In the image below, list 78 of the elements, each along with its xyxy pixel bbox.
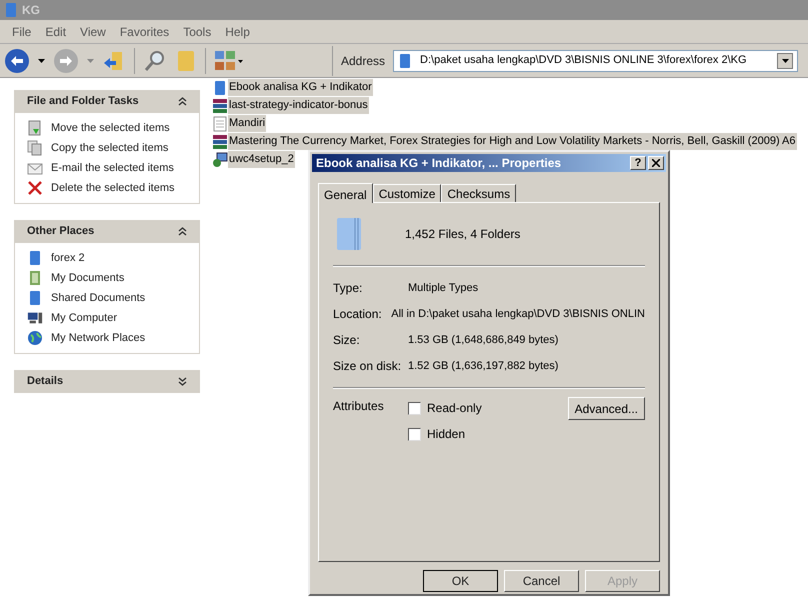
- help-button[interactable]: ?: [630, 156, 646, 170]
- address-label: Address: [341, 52, 386, 70]
- panel-title: Details: [27, 374, 64, 390]
- panel-title: File and Folder Tasks: [27, 94, 139, 110]
- menu-item[interactable]: File: [12, 22, 32, 40]
- property-label: Location:: [333, 306, 383, 323]
- file-name[interactable]: Ebook analisa KG + Indikator: [228, 79, 373, 96]
- property-value: 1.52 GB (1,636,197,882 bytes): [408, 358, 558, 374]
- task-link[interactable]: My Computer: [51, 310, 118, 326]
- folder-icon: [213, 80, 227, 96]
- file-name[interactable]: last-strategy-indicator-bonus: [228, 97, 369, 114]
- views-icon[interactable]: [214, 50, 244, 72]
- folder-icon: [4, 2, 18, 18]
- task-link[interactable]: E-mail the selected items: [51, 160, 174, 176]
- summary-text: 1,452 Files, 4 Folders: [405, 226, 520, 243]
- dialog-button[interactable]: Cancel: [504, 570, 579, 592]
- documents-icon: [28, 270, 42, 286]
- back-icon[interactable]: [4, 48, 30, 74]
- copy-icon: [27, 140, 43, 156]
- move-icon: [27, 120, 43, 136]
- globe-icon: [27, 330, 43, 346]
- dialog-button[interactable]: OK: [423, 570, 498, 592]
- property-label: Size on disk:: [333, 358, 402, 375]
- advanced-button[interactable]: Advanced...: [568, 397, 645, 420]
- panel-header[interactable]: File and Folder Tasks: [14, 90, 200, 113]
- search-icon[interactable]: [143, 48, 167, 72]
- dialog-title: Ebook analisa KG + Indikator, ... Properties: [316, 155, 562, 172]
- dropdown-button[interactable]: [777, 52, 793, 68]
- task-link[interactable]: My Documents: [51, 270, 124, 286]
- window-title: KG: [22, 2, 40, 19]
- menu-item[interactable]: Tools: [183, 22, 212, 40]
- folder-icon: [398, 52, 412, 68]
- address-field[interactable]: D:\paket usaha lengkap\DVD 3\BISNIS ONLINE 3\forex\forex 2\KG: [393, 50, 798, 72]
- caret-icon: [782, 58, 788, 62]
- task-link[interactable]: Move the selected items: [51, 120, 170, 136]
- checkbox[interactable]: [408, 428, 421, 440]
- installer-icon: [212, 152, 228, 168]
- dialog-tab[interactable]: Customize: [372, 184, 442, 202]
- file-name[interactable]: Mandiri: [228, 115, 266, 132]
- task-link[interactable]: Delete the selected items: [51, 180, 175, 196]
- menu-item[interactable]: Help: [225, 22, 250, 40]
- address-text: D:\paket usaha lengkap\DVD 3\BISNIS ONLINE 3\forex\forex 2\KG: [420, 53, 748, 68]
- property-value: All in D:\paket usaha lengkap\DVD 3\BISNIS ONLIN: [391, 306, 645, 322]
- folder-icon: [28, 250, 42, 266]
- dropdown-caret-icon[interactable]: [38, 58, 45, 62]
- file-name[interactable]: uwc4setup_2: [228, 151, 295, 168]
- property-label: Type:: [333, 280, 364, 297]
- menu-item[interactable]: Edit: [45, 22, 66, 40]
- task-link[interactable]: My Network Places: [51, 330, 146, 346]
- collapse-icon[interactable]: [178, 97, 187, 106]
- property-value: Multiple Types: [408, 280, 478, 296]
- menu-item[interactable]: Favorites: [120, 22, 170, 40]
- close-icon: [652, 159, 660, 167]
- file-name[interactable]: Mastering The Currency Market, Forex Strategies for High and Low Volatility Markets - Norris, Bell, Gaskill (2009) A6: [228, 133, 797, 150]
- panel-header[interactable]: Details: [14, 370, 200, 393]
- archive-icon: [212, 98, 228, 114]
- dialog-tab[interactable]: General: [318, 183, 373, 203]
- property-value: 1.53 GB (1,648,686,849 bytes): [408, 332, 558, 348]
- task-link[interactable]: forex 2: [51, 250, 85, 266]
- panel-title: Other Places: [27, 224, 94, 240]
- checkbox-label: Hidden: [427, 426, 466, 443]
- checkbox[interactable]: [408, 402, 421, 414]
- attributes-label: Attributes: [333, 398, 385, 415]
- collapse-icon[interactable]: [178, 227, 187, 236]
- computer-icon: [27, 311, 43, 325]
- checkbox-label: Read-only: [427, 400, 482, 417]
- dialog-tab[interactable]: Checksums: [441, 184, 516, 202]
- close-button[interactable]: [648, 156, 664, 170]
- document-icon: [213, 116, 227, 132]
- task-link[interactable]: Copy the selected items: [51, 140, 168, 156]
- panel-header[interactable]: Other Places: [14, 220, 200, 243]
- menu-item[interactable]: View: [80, 22, 106, 40]
- task-link[interactable]: Shared Documents: [51, 290, 146, 306]
- folder-icon: [28, 290, 42, 306]
- delete-icon: [27, 180, 43, 196]
- property-label: Size:: [333, 332, 361, 349]
- archive-icon: [212, 134, 228, 150]
- expand-icon[interactable]: [178, 377, 187, 386]
